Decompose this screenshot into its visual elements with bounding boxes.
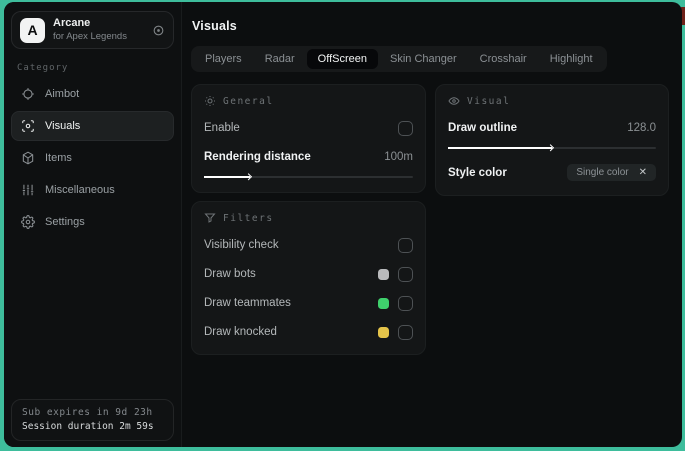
draw-bots-label: Draw bots bbox=[204, 268, 256, 280]
rendering-distance-label: Rendering distance bbox=[204, 151, 311, 163]
panel-general: General Enable Rendering distance 100m bbox=[191, 84, 426, 193]
gear-icon bbox=[21, 215, 35, 229]
enable-label: Enable bbox=[204, 122, 240, 134]
draw-teammates-checkbox[interactable] bbox=[398, 295, 413, 311]
page-title: Visuals bbox=[192, 19, 237, 33]
draw-bots-checkbox[interactable] bbox=[398, 266, 413, 282]
sidebar-item-label: Miscellaneous bbox=[45, 184, 115, 196]
draw-knocked-checkbox[interactable] bbox=[398, 324, 413, 340]
eye-icon bbox=[448, 95, 460, 107]
sliders-icon bbox=[21, 183, 35, 197]
tab-offscreen[interactable]: OffScreen bbox=[306, 49, 378, 69]
crosshair-icon bbox=[21, 87, 35, 101]
package-icon bbox=[21, 151, 35, 165]
rendering-distance-slider[interactable] bbox=[204, 173, 413, 181]
enable-checkbox[interactable] bbox=[398, 120, 413, 136]
style-color-value: Single color bbox=[576, 167, 629, 178]
funnel-icon bbox=[204, 212, 216, 224]
draw-outline-slider[interactable] bbox=[448, 144, 656, 152]
sidebar-item-settings[interactable]: Settings bbox=[11, 207, 174, 237]
panel-filters-title: Filters bbox=[223, 212, 274, 224]
panel-visual-title: Visual bbox=[467, 95, 511, 107]
slider-fill bbox=[204, 173, 253, 181]
panel-general-title: General bbox=[223, 95, 274, 107]
panel-filters: Filters Visibility check Draw bots Draw … bbox=[191, 201, 426, 355]
sidebar-nav: Aimbot Visuals Items Miscellaneous Setti… bbox=[11, 79, 174, 237]
app-window: A Arcane for Apex Legends Category Aimbo… bbox=[4, 2, 682, 447]
subscription-card: Sub expires in 9d 23h Session duration 2… bbox=[11, 399, 174, 441]
close-icon[interactable]: ✕ bbox=[639, 167, 647, 178]
sidebar-item-label: Items bbox=[45, 152, 72, 164]
brand-card: A Arcane for Apex Legends bbox=[11, 11, 174, 49]
sidebar-item-items[interactable]: Items bbox=[11, 143, 174, 173]
draw-knocked-color-swatch[interactable] bbox=[378, 326, 389, 338]
sidebar-item-label: Settings bbox=[45, 216, 85, 228]
slider-handle[interactable] bbox=[244, 173, 253, 181]
sidebar: A Arcane for Apex Legends Category Aimbo… bbox=[4, 2, 182, 447]
sub-expiry-text: Sub expires in 9d 23h bbox=[22, 407, 153, 418]
sidebar-item-label: Aimbot bbox=[45, 88, 80, 100]
tab-skin-changer[interactable]: Skin Changer bbox=[379, 49, 468, 69]
draw-teammates-color-swatch[interactable] bbox=[378, 297, 389, 309]
brand-text: Arcane for Apex Legends bbox=[53, 17, 144, 43]
category-label: Category bbox=[17, 63, 69, 73]
visibility-check-label: Visibility check bbox=[204, 239, 279, 251]
draw-teammates-label: Draw teammates bbox=[204, 297, 291, 309]
tab-crosshair[interactable]: Crosshair bbox=[469, 49, 538, 69]
tab-radar[interactable]: Radar bbox=[254, 49, 306, 69]
brand-subtitle: for Apex Legends bbox=[53, 30, 127, 42]
sun-icon bbox=[204, 95, 216, 107]
main-content: Visuals Players Radar OffScreen Skin Cha… bbox=[182, 2, 682, 447]
sidebar-item-aimbot[interactable]: Aimbot bbox=[11, 79, 174, 109]
app-logo: A bbox=[20, 17, 45, 43]
sidebar-item-miscellaneous[interactable]: Miscellaneous bbox=[11, 175, 174, 205]
tab-players[interactable]: Players bbox=[194, 49, 253, 69]
draw-outline-value: 128.0 bbox=[627, 122, 656, 134]
tab-highlight[interactable]: Highlight bbox=[539, 49, 604, 69]
draw-bots-color-swatch[interactable] bbox=[378, 268, 389, 280]
visibility-check-checkbox[interactable] bbox=[398, 237, 413, 253]
brand-title: Arcane bbox=[53, 17, 91, 30]
draw-outline-label: Draw outline bbox=[448, 122, 518, 134]
sidebar-item-label: Visuals bbox=[45, 120, 81, 132]
style-color-label: Style color bbox=[448, 166, 507, 179]
slider-fill bbox=[448, 144, 555, 152]
sidebar-item-visuals[interactable]: Visuals bbox=[11, 111, 174, 141]
session-duration-text: Session duration 2m 59s bbox=[22, 421, 154, 432]
target-badge-icon[interactable] bbox=[152, 24, 165, 37]
slider-handle[interactable] bbox=[546, 144, 555, 152]
tab-bar: Players Radar OffScreen Skin Changer Cro… bbox=[191, 46, 607, 72]
panel-visual: Visual Draw outline 128.0 Style color Si… bbox=[435, 84, 669, 196]
scan-eye-icon bbox=[21, 119, 35, 133]
style-color-select[interactable]: Single color ✕ bbox=[567, 164, 656, 181]
rendering-distance-value: 100m bbox=[384, 151, 413, 163]
draw-knocked-label: Draw knocked bbox=[204, 326, 277, 338]
